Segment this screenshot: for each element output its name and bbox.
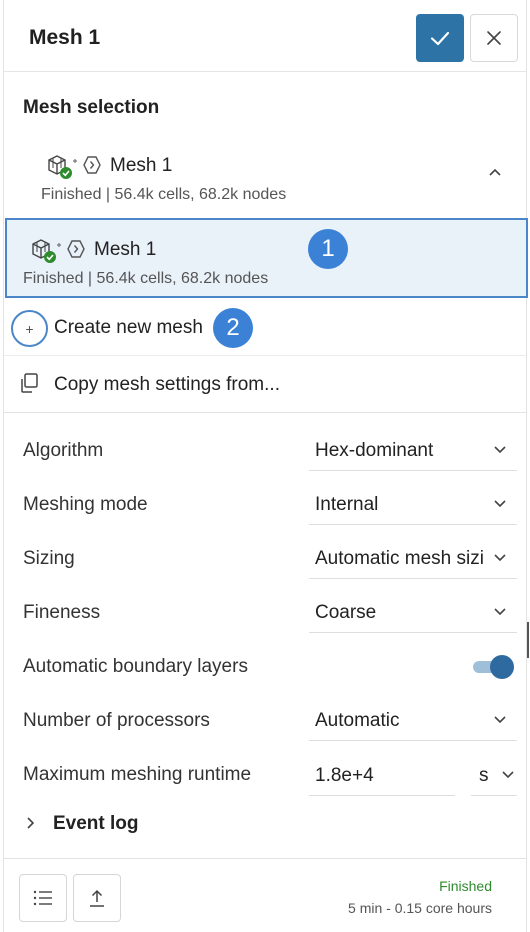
- runtime-value: 1.8e+4: [315, 765, 374, 786]
- runtime-label: Maximum meshing runtime: [23, 764, 252, 785]
- plus-icon[interactable]: +: [11, 310, 48, 347]
- chevron-down-icon: [494, 446, 506, 454]
- processors-select[interactable]: Automatic: [309, 701, 517, 741]
- create-new-mesh-label: Create new mesh: [54, 317, 203, 338]
- annotation-badge-1: 1: [308, 229, 348, 269]
- processors-label: Number of processors: [23, 710, 210, 731]
- mesh-settings-panel: Mesh 1 Mesh selection Mesh 1 Finished | …: [3, 0, 528, 932]
- sizing-select[interactable]: Automatic mesh sizi: [309, 539, 517, 579]
- mesh-cube-status-icon: [48, 155, 77, 179]
- chevron-down-icon: [494, 608, 506, 616]
- status-details: 5 min - 0.15 core hours: [348, 900, 492, 916]
- close-button[interactable]: [470, 14, 518, 62]
- toggle-knob: [490, 655, 514, 679]
- chevron-link-icon: [67, 240, 85, 258]
- fineness-select[interactable]: Coarse: [309, 593, 517, 633]
- mesh-selection-title: Mesh selection: [23, 97, 160, 118]
- chevron-right-icon: [27, 817, 35, 829]
- chevron-up-icon[interactable]: [488, 167, 502, 177]
- fineness-label: Fineness: [23, 602, 101, 623]
- chevron-link-icon: [83, 156, 101, 174]
- runtime-unit-select[interactable]: s: [471, 756, 517, 796]
- algorithm-value: Hex-dominant: [315, 440, 434, 461]
- status-finished: Finished: [439, 878, 492, 894]
- panel-header: Mesh 1: [4, 0, 526, 72]
- copy-mesh-settings-label: Copy mesh settings from...: [54, 374, 280, 395]
- check-icon: [430, 31, 450, 46]
- mesh-selected-name: Mesh 1: [94, 239, 157, 260]
- create-new-mesh-row[interactable]: + Create new mesh 2: [4, 300, 526, 356]
- list-icon: [33, 890, 52, 906]
- algorithm-label: Algorithm: [23, 440, 104, 461]
- fineness-value: Coarse: [315, 602, 377, 623]
- mesh-parent-name: Mesh 1: [110, 155, 173, 176]
- sizing-label: Sizing: [23, 548, 75, 569]
- copy-mesh-settings-row[interactable]: Copy mesh settings from...: [4, 357, 526, 413]
- panel-footer: Finished 5 min - 0.15 core hours: [4, 858, 526, 932]
- event-log-toggle[interactable]: Event log: [4, 804, 526, 844]
- runtime-input[interactable]: 1.8e+4: [309, 756, 455, 796]
- algorithm-select[interactable]: Hex-dominant: [309, 431, 517, 471]
- meshing-mode-select[interactable]: Internal: [309, 485, 517, 525]
- chevron-down-icon: [502, 771, 514, 779]
- mesh-parent-status: Finished | 56.4k cells, 68.2k nodes: [41, 186, 287, 203]
- annotation-badge-2: 2: [213, 308, 253, 348]
- upload-icon: [90, 889, 104, 907]
- chevron-down-icon: [494, 554, 506, 562]
- runtime-unit-value: s: [479, 765, 489, 786]
- close-icon: [487, 31, 501, 45]
- meshing-mode-value: Internal: [315, 494, 379, 515]
- scroll-edge-marker: [527, 622, 529, 658]
- mesh-selected-item[interactable]: Mesh 1 Finished | 56.4k cells, 68.2k nod…: [5, 218, 528, 298]
- mesh-parent-item[interactable]: Mesh 1 Finished | 56.4k cells, 68.2k nod…: [4, 140, 526, 214]
- list-button[interactable]: [19, 874, 67, 922]
- copy-icon: [21, 373, 38, 393]
- chevron-down-icon: [494, 716, 506, 724]
- panel-title: Mesh 1: [29, 26, 101, 49]
- chevron-down-icon: [494, 500, 506, 508]
- mesh-selected-status: Finished | 56.4k cells, 68.2k nodes: [23, 270, 269, 287]
- processors-value: Automatic: [315, 710, 400, 731]
- event-log-label: Event log: [53, 813, 139, 834]
- sizing-value: Automatic mesh sizi: [315, 548, 484, 569]
- meshing-mode-label: Meshing mode: [23, 494, 148, 515]
- boundary-layers-toggle[interactable]: [473, 655, 514, 679]
- upload-button[interactable]: [73, 874, 121, 922]
- confirm-button[interactable]: [416, 14, 464, 62]
- boundary-layers-label: Automatic boundary layers: [23, 656, 248, 677]
- mesh-cube-status-icon: [32, 239, 61, 263]
